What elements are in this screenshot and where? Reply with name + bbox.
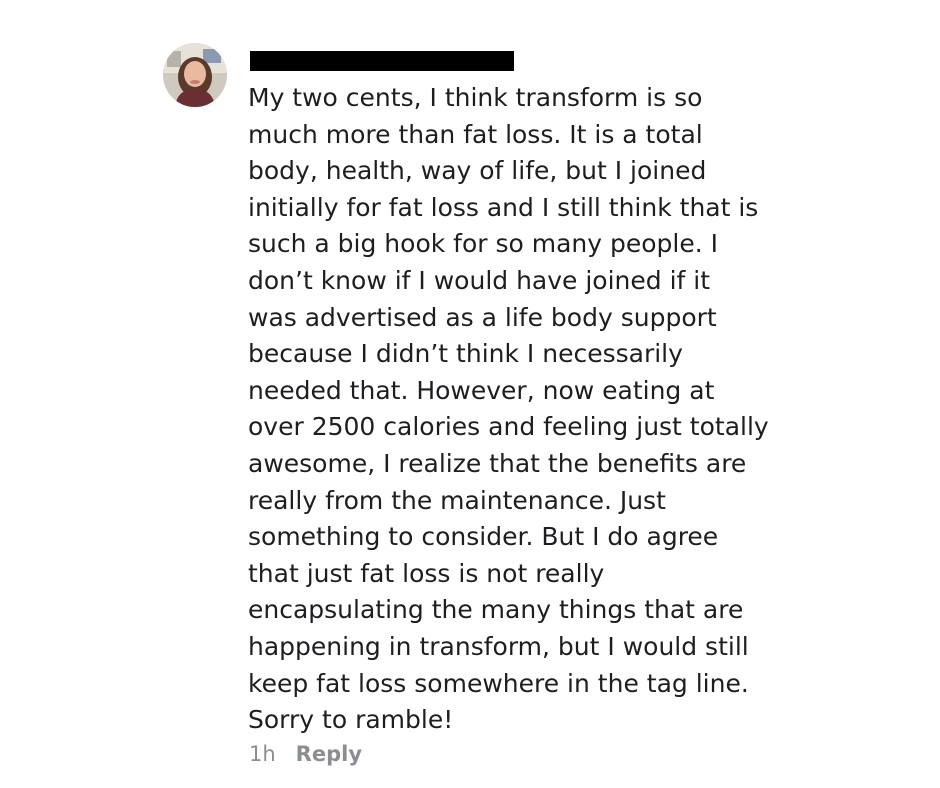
comment-line: happening in transform, but I would stil… <box>248 631 749 661</box>
comment-line: such a big hook for so many people. I <box>248 229 719 259</box>
comment-timestamp: 1h <box>249 742 276 766</box>
comment-line: because I didn’t think I necessarily <box>248 339 683 369</box>
comment-line: awesome, I realize that the benefits are <box>248 448 747 478</box>
comment-line: that just fat loss is not really <box>248 558 605 588</box>
comment-line: was advertised as a life body support <box>248 302 717 332</box>
author-name-redaction <box>250 51 514 71</box>
comment-text: My two cents, I think transform is so mu… <box>248 80 808 739</box>
comment: My two cents, I think transform is so mu… <box>0 0 940 788</box>
comment-line: don’t know if I would have joined if it <box>248 265 711 295</box>
comment-line: keep fat loss somewhere in the tag line. <box>248 668 749 698</box>
comment-line: encapsulating the many things that are <box>248 595 744 625</box>
comment-meta: 1h Reply <box>249 740 362 768</box>
comment-line: something to consider. But I do agree <box>248 522 719 552</box>
comment-line: body, health, way of life, but I joined <box>248 156 707 186</box>
comment-line: Sorry to ramble! <box>248 705 454 735</box>
reply-button[interactable]: Reply <box>296 740 362 768</box>
comment-line: much more than fat loss. It is a total <box>248 119 703 149</box>
user-avatar-photo-icon <box>163 43 227 107</box>
comment-line: initially for fat loss and I still think… <box>248 192 759 222</box>
comment-line: over 2500 calories and feeling just tota… <box>248 412 769 442</box>
comment-line: My two cents, I think transform is so <box>248 83 703 112</box>
comment-line: needed that. However, now eating at <box>248 375 715 405</box>
avatar[interactable] <box>163 43 227 107</box>
comment-line: really from the maintenance. Just <box>248 485 666 515</box>
